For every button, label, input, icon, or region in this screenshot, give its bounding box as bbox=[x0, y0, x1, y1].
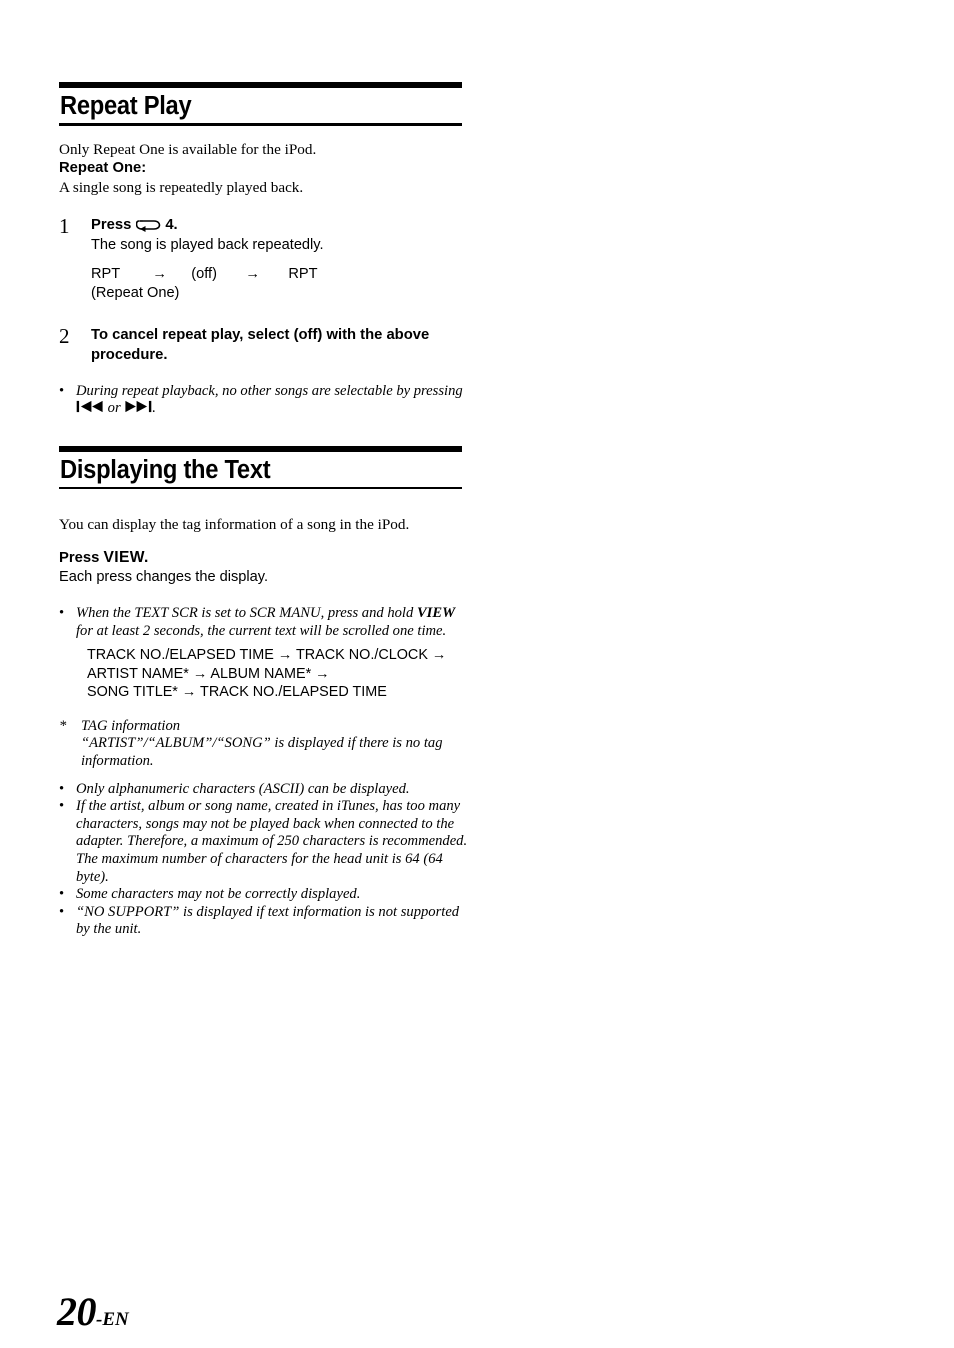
repeat-one-description: A single song is repeatedly played back. bbox=[59, 178, 304, 196]
tag-information-footnote: * TAG information “ARTIST”/“ALBUM”/“SONG… bbox=[59, 718, 469, 771]
page-number: 20 bbox=[57, 1289, 97, 1334]
manual-page: Repeat Play Only Repeat One is available… bbox=[0, 0, 954, 1348]
view-key-label: VIEW. bbox=[103, 549, 149, 567]
bullet-marker: • bbox=[59, 382, 65, 399]
text-note-3: • Some characters may not be correctly d… bbox=[59, 886, 469, 904]
section-displaying-the-text: Displaying the Text bbox=[59, 445, 469, 490]
note-seg-3: for at least 2 seconds, the current text… bbox=[76, 622, 447, 639]
step-1-heading-after: 4. bbox=[165, 216, 178, 233]
section-title-displaying-the-text: Displaying the Text bbox=[60, 455, 271, 484]
note-text-before: During repeat playback, no other songs a… bbox=[76, 382, 463, 399]
repeat-play-note: • During repeat playback, no other songs… bbox=[59, 383, 469, 418]
section-repeat-play: Repeat Play bbox=[59, 82, 469, 126]
step-1-subtext: The song is played back repeatedly. bbox=[91, 236, 324, 253]
note-seg-2-bold: VIEW bbox=[416, 605, 456, 622]
display-sequence-line-2: ARTIST NAME* → ALBUM NAME* → bbox=[87, 665, 330, 682]
page-number-suffix: -EN bbox=[96, 1309, 129, 1330]
note-text-between: or bbox=[107, 400, 121, 417]
step-2-number: 2 bbox=[59, 323, 70, 348]
page-content: Repeat Play Only Repeat One is available… bbox=[59, 82, 469, 939]
text-note-3-text: Some characters may not be correctly dis… bbox=[76, 886, 361, 903]
tag-information-footnote-text: TAG information “ARTIST”/“ALBUM”/“SONG” … bbox=[81, 718, 469, 771]
step-2: 2 To cancel repeat play, select (off) wi… bbox=[59, 325, 469, 365]
step-2-body: To cancel repeat play, select (off) with… bbox=[91, 325, 469, 365]
step-1-body: Press 4. The song is played back repeate… bbox=[91, 215, 469, 303]
footnote-line-2: “ARTIST”/“ALBUM”/“SONG” is displayed if … bbox=[81, 735, 443, 770]
repeat-play-note-text: During repeat playback, no other songs a… bbox=[76, 383, 469, 418]
previous-track-icon bbox=[76, 400, 104, 413]
text-scr-note: • When the TEXT SCR is set to SCR MANU, … bbox=[59, 605, 469, 640]
footnote-marker: * bbox=[59, 717, 67, 734]
text-note-1: • Only alphanumeric characters (ASCII) c… bbox=[59, 781, 469, 799]
next-track-icon bbox=[124, 400, 152, 413]
step-1: 1 Press 4. The song is played back repea… bbox=[59, 215, 469, 303]
bullet-marker: • bbox=[59, 780, 65, 797]
bullet-marker: • bbox=[59, 903, 65, 920]
note-text-after: . bbox=[152, 400, 156, 417]
repeat-flow-line-2: (Repeat One) bbox=[91, 284, 180, 301]
repeat-flow-line-1: RPT → (off) → RPT bbox=[91, 265, 318, 282]
repeat-play-intro: Only Repeat One is available for the iPo… bbox=[59, 140, 317, 158]
step-1-number: 1 bbox=[59, 213, 70, 238]
text-note-4: • “NO SUPPORT” is displayed if text info… bbox=[59, 904, 469, 939]
text-note-2: • If the artist, album or song name, cre… bbox=[59, 798, 469, 886]
text-note-1-text: Only alphanumeric characters (ASCII) can… bbox=[76, 780, 410, 797]
step-1-heading: Press 4. bbox=[91, 215, 469, 235]
section-title-repeat-play: Repeat Play bbox=[60, 92, 192, 120]
display-sequence: TRACK NO./ELAPSED TIME → TRACK NO./CLOCK… bbox=[87, 646, 469, 702]
footnote-line-1: TAG information bbox=[81, 717, 181, 734]
bullet-marker: • bbox=[59, 605, 65, 622]
bullet-marker: • bbox=[59, 886, 65, 903]
displaying-text-intro: You can display the tag information of a… bbox=[59, 516, 410, 534]
repeat-one-subheading: Repeat One: bbox=[59, 159, 147, 176]
section-heading-top-rule-2 bbox=[59, 445, 462, 452]
display-sequence-line-1: TRACK NO./ELAPSED TIME → TRACK NO./CLOCK… bbox=[87, 647, 447, 664]
step-1-heading-before: Press bbox=[91, 216, 132, 233]
repeat-one-icon bbox=[136, 218, 161, 232]
text-note-2-text: If the artist, album or song name, creat… bbox=[76, 798, 468, 885]
press-view-description: Each press changes the display. bbox=[59, 569, 269, 586]
text-scr-note-text: When the TEXT SCR is set to SCR MANU, pr… bbox=[76, 605, 469, 640]
note-seg-1: When the TEXT SCR is set to SCR MANU, pr… bbox=[76, 605, 417, 622]
page-footer: 20-EN bbox=[57, 1288, 129, 1335]
text-note-4-text: “NO SUPPORT” is displayed if text inform… bbox=[76, 903, 460, 938]
section-heading-top-rule bbox=[59, 82, 462, 88]
step-2-heading: To cancel repeat play, select (off) with… bbox=[91, 326, 430, 363]
display-sequence-line-3: SONG TITLE* → TRACK NO./ELAPSED TIME bbox=[87, 684, 387, 701]
bullet-marker: • bbox=[59, 798, 65, 815]
press-view-label-before: Press bbox=[59, 550, 100, 567]
press-view-label: Press VIEW. bbox=[59, 548, 469, 568]
